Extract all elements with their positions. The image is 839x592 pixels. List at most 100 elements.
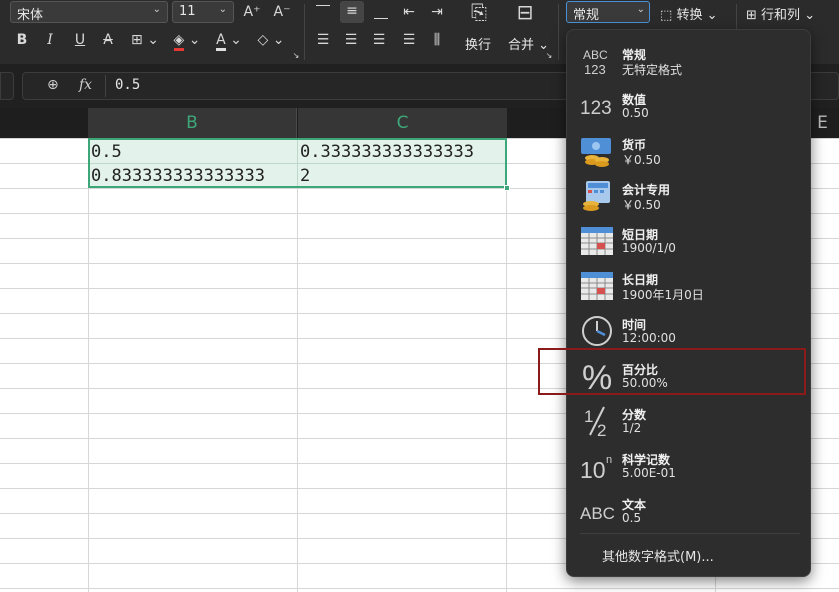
format-sample: 5.00E-01: [622, 466, 676, 480]
fill-bucket-icon: ◈: [173, 32, 185, 51]
wrap-text-button[interactable]: 换行: [465, 34, 491, 53]
scientific-icon: 10 n: [580, 449, 614, 483]
clock-icon: [580, 314, 614, 348]
more-number-formats-link[interactable]: 其他数字格式(M)...: [602, 546, 714, 565]
outdent-icon[interactable]: ⇤: [400, 2, 418, 22]
format-item-scientific[interactable]: 10 n 科学记数 5.00E-01: [566, 445, 811, 490]
format-item-fraction[interactable]: 12 分数 1/2: [566, 400, 811, 445]
merge-label: 合并: [508, 38, 535, 53]
format-item-text[interactable]: ABC 文本 0.5: [566, 490, 811, 535]
convert-icon: ⬚: [660, 8, 673, 23]
abc-123-icon: ABC 123: [580, 44, 614, 78]
format-item-short-date[interactable]: 短日期 1900/1/0: [566, 220, 811, 265]
formula-input[interactable]: 0.5: [115, 77, 140, 93]
font-name-value: 宋体: [17, 8, 44, 23]
format-sample: 无特定格式: [622, 63, 683, 77]
cell-b2[interactable]: 0.833333333333333: [88, 164, 297, 189]
fill-color-button[interactable]: ◈ ⌄: [172, 30, 202, 51]
font-size-select[interactable]: 11 ⌄: [172, 1, 234, 23]
svg-text:2: 2: [597, 421, 606, 438]
format-sample: 0.50: [622, 106, 649, 120]
name-box-edge[interactable]: [0, 72, 14, 100]
format-sample: 0.5: [622, 511, 642, 525]
svg-text:n: n: [606, 454, 612, 466]
align-center-icon[interactable]: ☰: [342, 30, 360, 50]
border-icon: ⊞ ⌄: [131, 32, 159, 48]
grow-font-button[interactable]: A⁺: [242, 2, 262, 22]
border-button[interactable]: ⊞ ⌄: [130, 30, 160, 50]
format-item-number[interactable]: 123 数值 0.50: [566, 85, 811, 130]
format-sample: 1900/1/0: [622, 241, 676, 255]
grid-vline: [297, 138, 298, 592]
align-right-icon[interactable]: ☰: [370, 30, 388, 50]
font-size-value: 11: [179, 4, 196, 19]
align-bottom-icon[interactable]: ⎽: [372, 2, 390, 22]
cell-b1[interactable]: 0.5: [88, 140, 297, 165]
font-name-select[interactable]: 宋体 ⌄: [10, 1, 168, 23]
svg-text:123: 123: [580, 98, 612, 119]
italic-button[interactable]: I: [42, 30, 58, 50]
shrink-font-button[interactable]: A⁻: [272, 2, 292, 22]
font-dialog-launcher-icon[interactable]: ↘: [292, 52, 300, 60]
formula-divider: [105, 75, 106, 97]
column-header-c[interactable]: C: [298, 108, 507, 138]
svg-text:10: 10: [580, 457, 606, 483]
merge-cells-icon[interactable]: ⊟: [512, 2, 538, 22]
convert-button[interactable]: ⬚ 转换 ⌄: [660, 4, 717, 23]
format-sample: 12:00:00: [622, 331, 676, 345]
fraction-icon: 12: [580, 404, 614, 438]
currency-icon: [580, 134, 614, 168]
number-format-select[interactable]: 常规 ⌄: [566, 1, 650, 23]
format-item-accounting[interactable]: 会计专用 ￥0.50: [566, 175, 811, 220]
format-item-long-date[interactable]: 长日期 1900年1月0日: [566, 265, 811, 310]
wrap-text-icon[interactable]: ⎘: [466, 2, 492, 22]
long-date-icon: [580, 269, 614, 303]
rows-cols-button[interactable]: ⊞ 行和列 ⌄: [746, 4, 815, 23]
convert-label: 转换: [676, 8, 703, 23]
rows-cols-icon: ⊞: [746, 8, 757, 23]
short-date-icon: [580, 224, 614, 258]
indent-icon[interactable]: ⇥: [428, 2, 446, 22]
zoom-search-icon[interactable]: ⊕: [47, 77, 59, 93]
cell-c2[interactable]: 2: [297, 164, 506, 189]
svg-text:ABC: ABC: [583, 48, 608, 62]
align-dialog-launcher-icon[interactable]: ↘: [545, 52, 553, 60]
grid-vline: [506, 138, 507, 592]
justify-icon[interactable]: ☰: [400, 30, 418, 50]
menu-divider: [580, 533, 800, 534]
cell-c1[interactable]: 0.333333333333333: [297, 140, 506, 165]
annotation-highlight-box: [538, 348, 806, 395]
format-item-general[interactable]: ABC 123 常规 无特定格式: [566, 40, 811, 85]
font-color-icon: A: [216, 32, 226, 51]
svg-text:1: 1: [584, 407, 593, 426]
accounting-icon: [580, 179, 614, 213]
bold-button[interactable]: B: [14, 30, 30, 50]
align-middle-icon[interactable]: ≡: [340, 1, 364, 23]
strikethrough-button[interactable]: A: [100, 30, 116, 50]
chevron-down-icon: ⌄: [152, 4, 161, 15]
clear-format-button[interactable]: ◇ ⌄: [256, 30, 286, 50]
svg-text:123: 123: [584, 62, 606, 77]
grid-vline: [88, 138, 89, 592]
format-item-currency[interactable]: 货币 ￥0.50: [566, 130, 811, 175]
chevron-down-icon: ⌄: [218, 4, 227, 15]
format-sample: 1900年1月0日: [622, 288, 704, 302]
chevron-down-icon: ⌄: [636, 4, 645, 15]
number-123-icon: 123: [580, 89, 614, 123]
ribbon-divider: [558, 4, 559, 60]
text-abc-icon: ABC: [580, 494, 614, 528]
svg-text:ABC: ABC: [580, 504, 614, 523]
format-sample: 1/2: [622, 421, 642, 435]
number-format-value: 常规: [573, 8, 600, 23]
align-left-icon[interactable]: ☰: [314, 30, 332, 50]
format-sample: ￥0.50: [622, 198, 661, 212]
font-color-button[interactable]: A ⌄: [214, 30, 244, 51]
distributed-icon[interactable]: ⫼: [428, 30, 446, 50]
eraser-icon: ◇ ⌄: [257, 32, 285, 48]
function-icon[interactable]: fx: [79, 77, 92, 93]
align-top-icon[interactable]: ⎺: [314, 2, 332, 22]
format-sample: ￥0.50: [622, 153, 661, 167]
underline-button[interactable]: U: [72, 30, 88, 50]
column-header-b[interactable]: B: [88, 108, 297, 138]
merge-button[interactable]: 合并 ⌄: [508, 34, 549, 53]
